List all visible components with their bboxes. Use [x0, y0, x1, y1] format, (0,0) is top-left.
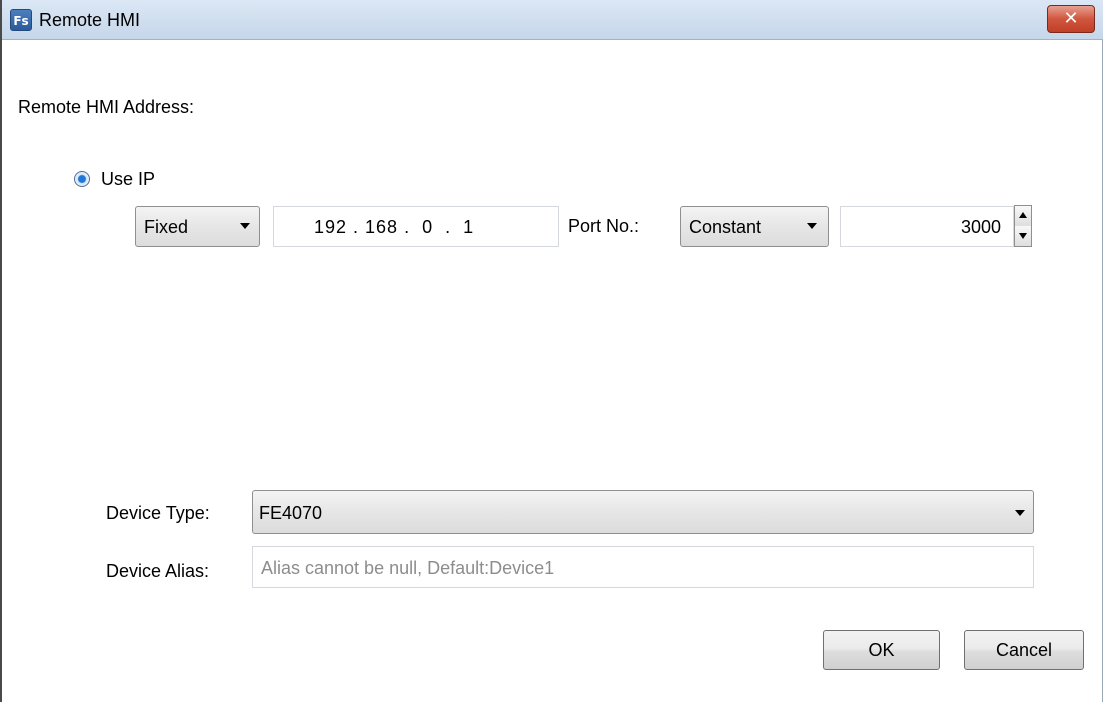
- ip-mode-select[interactable]: Fixed: [135, 206, 260, 247]
- port-number-value: 3000: [960, 217, 1001, 237]
- ip-address-value: 192 . 168 . 0 . 1: [314, 217, 475, 237]
- arrow-up-icon: [1019, 212, 1027, 218]
- chevron-down-icon: [1015, 510, 1025, 516]
- chevron-down-icon: [240, 223, 250, 229]
- arrow-down-icon: [1019, 233, 1027, 239]
- device-type-label: Device Type:: [106, 503, 210, 523]
- app-icon: Fs: [10, 9, 32, 31]
- close-button[interactable]: ✕: [1047, 5, 1095, 33]
- use-ip-radio[interactable]: [74, 171, 90, 187]
- title-bar[interactable]: Fs Remote HMI ✕: [2, 0, 1103, 40]
- ok-button[interactable]: OK: [823, 630, 940, 670]
- remote-hmi-dialog: Fs Remote HMI ✕ Remote HMI Address: Use …: [0, 0, 1103, 702]
- device-type-select[interactable]: FE4070: [252, 490, 1034, 534]
- cancel-button[interactable]: Cancel: [964, 630, 1084, 670]
- device-type-value: FE4070: [259, 503, 323, 523]
- port-spinner[interactable]: [1014, 205, 1032, 247]
- close-icon: ✕: [1063, 8, 1079, 28]
- chevron-down-icon: [807, 223, 817, 229]
- ip-mode-value: Fixed: [144, 217, 189, 237]
- port-mode-value: Constant: [689, 217, 762, 237]
- port-number-input[interactable]: 3000: [840, 206, 1014, 247]
- use-ip-label[interactable]: Use IP: [101, 168, 155, 190]
- spin-up-button[interactable]: [1015, 206, 1031, 227]
- device-alias-label: Device Alias:: [106, 561, 210, 581]
- window-title: Remote HMI: [39, 10, 141, 30]
- port-label: Port No.:: [568, 216, 640, 236]
- ip-address-input[interactable]: 192 . 168 . 0 . 1: [273, 206, 559, 247]
- port-mode-select[interactable]: Constant: [680, 206, 829, 247]
- device-alias-input[interactable]: Alias cannot be null, Default:Device1: [252, 546, 1034, 588]
- spin-down-button[interactable]: [1015, 226, 1031, 246]
- address-section-label: Remote HMI Address:: [18, 97, 195, 117]
- device-alias-placeholder: Alias cannot be null, Default:Device1: [261, 558, 555, 578]
